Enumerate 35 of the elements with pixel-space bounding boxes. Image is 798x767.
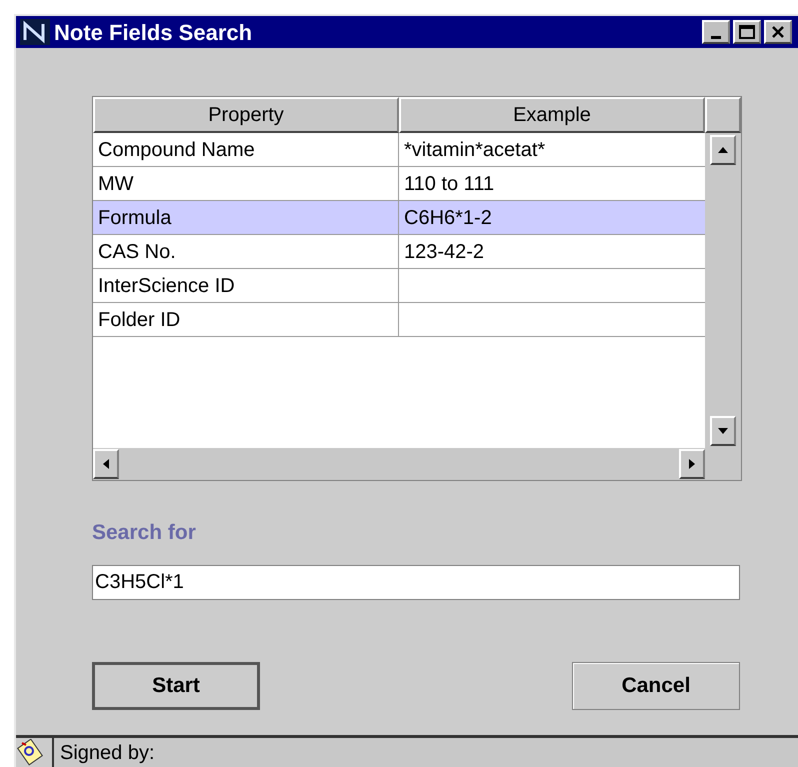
start-button[interactable]: Start [92,662,260,710]
search-label: Search for [92,520,197,546]
status-bar: Signed by: [52,738,798,767]
close-icon [771,26,785,38]
scroll-up-icon[interactable] [710,135,736,165]
table-row[interactable]: Compound Name *vitamin*acetat* [93,133,705,167]
table-row[interactable]: MW 110 to 111 [93,167,705,201]
table-cell-text: MW [98,172,134,196]
header-corner [705,97,741,133]
cancel-button[interactable]: Cancel [572,662,740,710]
table-cell-text: 123-42-2 [404,240,484,264]
table-cell-text: InterScience ID [98,274,235,298]
scroll-left-icon[interactable] [93,449,119,479]
scroll-right-icon[interactable] [679,449,705,479]
scroll-down-icon[interactable] [710,416,736,446]
table-row[interactable]: Formula C6H6*1-2 [93,201,705,235]
column-header[interactable]: Example [399,97,705,133]
maximize-button[interactable] [733,20,761,44]
table-row[interactable]: InterScience ID [93,269,705,303]
table-row[interactable]: Folder ID [93,303,705,337]
table-cell-text: Compound Name [98,138,255,162]
horizontal-scrollbar[interactable] [93,448,705,480]
table-cell-text: 110 to 111 [404,172,494,196]
table-cell-text: C6H6*1-2 [404,206,492,230]
search-field[interactable]: C3H5Cl*1 [92,564,740,600]
table-row[interactable]: CAS No. 123-42-2 [93,235,705,269]
close-button[interactable] [764,20,792,44]
minimize-button[interactable] [702,20,730,44]
column-header[interactable]: Property [93,97,399,133]
window-title: Note Fields Search [54,18,254,46]
app-logo-icon [20,19,50,45]
table-cell-text: CAS No. [98,240,176,264]
table-cell-text: Folder ID [98,308,180,332]
table-cell-text: Formula [98,206,172,230]
table-cell-text: *vitamin*acetat* [404,138,546,162]
